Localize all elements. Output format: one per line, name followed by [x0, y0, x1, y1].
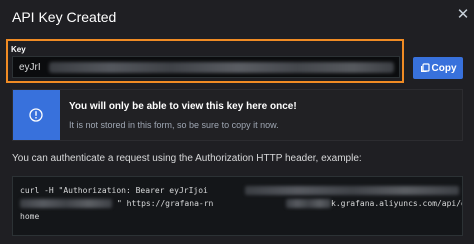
modal-title: API Key Created: [12, 9, 117, 25]
code-redacted-token-end: [20, 199, 112, 208]
key-redacted-value: [49, 62, 394, 73]
info-icon-panel: [13, 90, 60, 140]
info-alert: You will only be able to view this key h…: [12, 89, 463, 141]
curl-example-code[interactable]: curl -H "Authorization: Bearer eyJrIjoi …: [12, 176, 463, 236]
info-circle-icon: [29, 108, 43, 122]
info-body: It is not stored in this form, so be sur…: [69, 120, 279, 130]
auth-hint-text: You can authenticate a request using the…: [12, 153, 362, 164]
api-key-created-modal: API Key Created ✕ Key eyJrI Copy You wil…: [0, 0, 474, 244]
key-visible-prefix: eyJrI: [19, 62, 41, 73]
code-line-3: home: [20, 212, 40, 221]
code-redacted-token: [245, 186, 459, 195]
copy-icon: [420, 63, 430, 72]
copy-button[interactable]: Copy: [413, 57, 463, 79]
code-line-2-url-end: k.grafana.aliyuncs.com/api/dashboards/: [331, 199, 463, 208]
info-title: You will only be able to view this key h…: [69, 101, 297, 112]
code-line-1: curl -H "Authorization: Bearer eyJrIjoi: [20, 186, 208, 195]
code-line-2-url-start: " https://grafana-rn: [117, 199, 214, 208]
key-label: Key: [11, 45, 26, 54]
code-redacted-host: [286, 199, 331, 208]
key-input[interactable]: eyJrI: [12, 56, 400, 78]
close-icon[interactable]: ✕: [456, 7, 470, 23]
copy-button-label: Copy: [431, 62, 457, 74]
